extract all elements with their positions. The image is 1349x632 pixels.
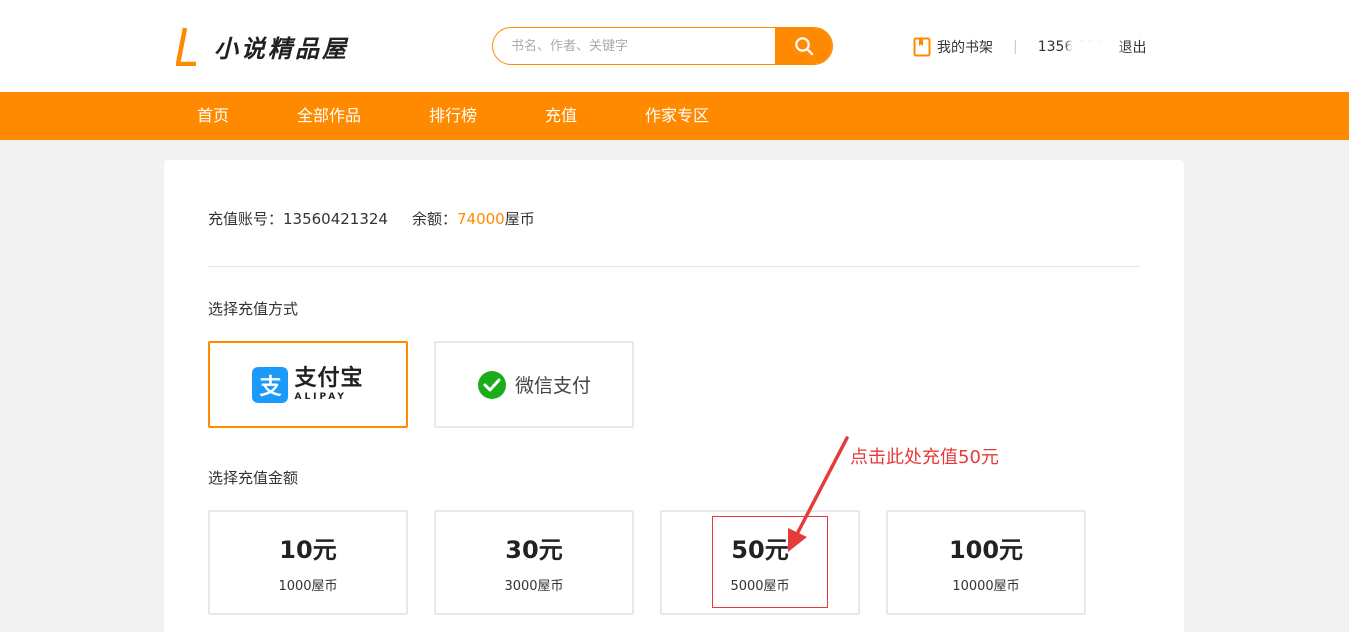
search-input[interactable] [493,28,775,64]
nav-item-author-zone[interactable]: 作家专区 [645,92,709,140]
search-bar [492,27,833,65]
annotation-text: 点击此处充值50元 [850,447,999,468]
account-info: 充值账号：13560421324 余额：74000屋币 [208,208,535,229]
nav-item-all-works[interactable]: 全部作品 [297,92,361,140]
main-nav: 首页 全部作品 排行榜 充值 作家专区 [0,92,1349,140]
bookshelf-icon [913,37,931,57]
amount-yuan: 30元 [505,536,563,564]
logo-text: 小说精品屋 [214,34,349,63]
phone-mask [1067,37,1120,59]
amount-yuan: 50元 [731,536,789,564]
balance-value: 74000 [457,210,505,228]
amount-coins: 1000屋币 [278,579,338,594]
search-button[interactable] [775,28,832,64]
logout-link[interactable]: 退出 [1119,37,1147,57]
wechat-pay-icon [477,370,506,399]
divider [208,266,1140,267]
amount-coins: 3000屋币 [504,579,564,594]
wechat-pay-label: 微信支付 [514,375,591,397]
alipay-logo-text: 支付宝 ALIPAY [294,365,364,402]
site-logo[interactable]: 小说精品屋 [176,26,349,66]
header-separator: | [1013,39,1018,55]
nav-item-home[interactable]: 首页 [197,92,229,140]
amount-coins: 5000屋币 [730,579,790,594]
amount-option-50[interactable]: 50元 5000屋币 [660,510,860,615]
amount-coins: 10000屋币 [952,579,1020,594]
recharge-card: 充值账号：13560421324 余额：74000屋币 选择充值方式 支 支付宝 … [164,160,1184,632]
site-header: 小说精品屋 我的书架 | 1356 324 退出 [0,0,1349,92]
wechat-pay-option[interactable]: 微信支付 [434,341,634,428]
balance-label: 余额： [411,210,457,228]
amount-option-30[interactable]: 30元 3000屋币 [434,510,634,615]
user-area: 我的书架 | 1356 324 退出 [913,36,1147,59]
nav-item-ranking[interactable]: 排行榜 [429,92,477,140]
amount-yuan: 100元 [948,536,1024,564]
balance-unit: 屋币 [504,210,535,228]
payment-method-title: 选择充值方式 [208,300,299,318]
my-bookshelf-link[interactable]: 我的书架 [937,37,993,57]
alipay-icon: 支 [252,366,289,403]
amount-yuan: 10元 [279,536,337,564]
amount-option-10[interactable]: 10元 1000屋币 [208,510,408,615]
recharge-account: 充值账号：13560421324 [208,210,388,228]
search-icon [794,37,813,56]
amount-option-100[interactable]: 100元 10000屋币 [886,510,1086,615]
logo-mark-icon [176,27,196,66]
alipay-option[interactable]: 支 支付宝 ALIPAY [208,341,408,428]
user-phone: 1356 324 [1038,37,1120,59]
nav-item-recharge[interactable]: 充值 [545,92,577,140]
amount-title: 选择充值金额 [208,469,299,487]
